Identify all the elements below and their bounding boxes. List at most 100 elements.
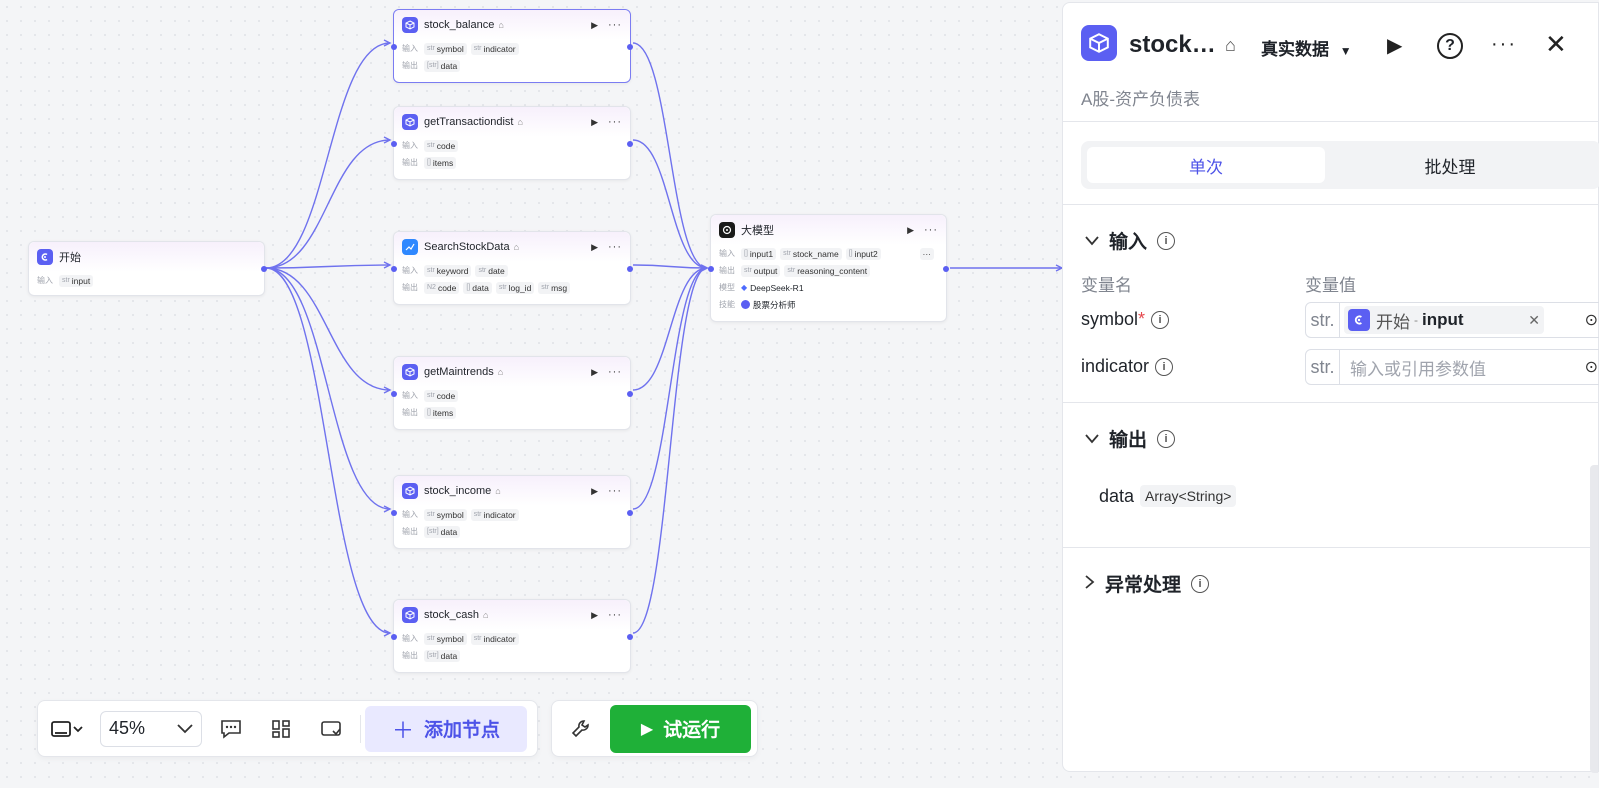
more-icon[interactable]: ··· xyxy=(608,485,622,497)
minimap-icon[interactable] xyxy=(306,719,356,739)
node-title: getTransactiondist xyxy=(424,116,514,128)
node-stock-balance[interactable]: stock_balance ⌂ ▶ ··· 输入 str symbol str in… xyxy=(391,9,633,83)
edge-start-to-plugin[interactable] xyxy=(265,267,391,634)
node-search-stock-data[interactable]: SearchStockData ⌂ ▶ ··· 输入 str keyword st… xyxy=(391,231,633,305)
edge-plugin-to-llm[interactable] xyxy=(632,264,708,269)
more-icon[interactable]: ··· xyxy=(608,116,622,128)
store-icon: ⌂ xyxy=(497,367,504,377)
node-start[interactable]: 开始 输入 str input xyxy=(28,241,267,296)
panel-title[interactable]: stock… xyxy=(1129,31,1216,59)
more-icon[interactable]: ··· xyxy=(608,366,622,378)
info-icon[interactable]: i xyxy=(1157,231,1176,250)
run-node-icon[interactable]: ▶ xyxy=(591,486,598,497)
run-node-icon[interactable]: ▶ xyxy=(591,242,598,253)
more-icon[interactable]: ··· xyxy=(1491,33,1517,56)
run-mode-tabs: 单次 批处理 xyxy=(1081,141,1599,189)
tab-single[interactable]: 单次 xyxy=(1087,147,1325,183)
caret-down-icon: ▼ xyxy=(1339,44,1352,58)
node-llm[interactable]: 大模型 ▶ ··· 输入 [] input1 str stock_name [] in… xyxy=(708,214,949,322)
output-port[interactable] xyxy=(943,266,949,272)
var-pill: str indicator xyxy=(470,42,519,55)
tab-batch[interactable]: 批处理 xyxy=(1331,147,1569,183)
info-icon[interactable]: i xyxy=(1157,429,1176,448)
input-port[interactable] xyxy=(391,510,397,516)
store-icon: ⌂ xyxy=(513,242,520,252)
exception-section-header[interactable]: 异常处理 i xyxy=(1085,570,1210,597)
help-icon[interactable]: ? xyxy=(1437,33,1463,59)
divider xyxy=(1063,547,1598,548)
run-node-icon[interactable]: ▶ xyxy=(591,367,598,378)
scrollbar[interactable] xyxy=(1590,465,1598,773)
input-section-header[interactable]: 输入 i xyxy=(1085,227,1176,254)
output-port[interactable] xyxy=(261,266,267,272)
output-port[interactable] xyxy=(627,266,633,272)
input-port[interactable] xyxy=(708,266,714,272)
input-port[interactable] xyxy=(391,634,397,640)
wrench-icon[interactable] xyxy=(552,719,610,739)
edge-start-to-plugin[interactable] xyxy=(265,264,391,269)
close-icon[interactable]: ✕ xyxy=(1545,29,1567,60)
run-node-icon[interactable]: ▶ xyxy=(591,20,598,31)
model-name: DeepSeek-R1 xyxy=(750,282,804,293)
var-pill: N2 code xyxy=(424,281,460,294)
output-port[interactable] xyxy=(627,44,633,50)
more-vars-pill[interactable]: ··· xyxy=(919,247,934,260)
var-pill: str msg xyxy=(538,281,571,294)
add-node-button[interactable]: ＋ 添加节点 xyxy=(365,705,527,752)
run-node-icon[interactable]: ▶ xyxy=(591,117,598,128)
indicator-value-field[interactable]: str. 输入或引用参数值 ⊙ xyxy=(1305,349,1599,385)
node-output-row: 输出 [str] data xyxy=(394,523,630,540)
layout-mode-button[interactable] xyxy=(38,719,94,739)
divider xyxy=(1063,402,1598,403)
edge-start-to-plugin[interactable] xyxy=(265,267,391,510)
reference-chip[interactable]: 开始 - input ✕ xyxy=(1344,306,1544,334)
edge-plugin-to-llm[interactable] xyxy=(632,267,708,510)
edge-plugin-to-llm[interactable] xyxy=(632,42,708,269)
run-node-icon[interactable]: ▶ xyxy=(591,610,598,621)
edge-plugin-to-llm[interactable] xyxy=(632,267,708,391)
output-section-header[interactable]: 输出 i xyxy=(1085,425,1176,452)
info-icon[interactable]: i xyxy=(1191,574,1210,593)
node-header: getTransactiondist ⌂ ▶ ··· xyxy=(394,107,630,137)
symbol-value-field[interactable]: str. 开始 - input ✕ ⊙ xyxy=(1305,302,1599,338)
node-get-transactiondist[interactable]: getTransactiondist ⌂ ▶ ··· 输入 str code 输出… xyxy=(391,106,633,180)
output-port[interactable] xyxy=(627,141,633,147)
input-port[interactable] xyxy=(391,266,397,272)
more-icon[interactable]: ··· xyxy=(608,241,622,253)
edge-start-to-plugin[interactable] xyxy=(265,267,391,391)
canvas-toolbar: 45% ＋ 添加节点 xyxy=(37,700,538,757)
info-icon[interactable]: i xyxy=(1155,357,1174,376)
add-node-label: 添加节点 xyxy=(424,720,501,741)
node-stock-income[interactable]: stock_income ⌂ ▶ ··· 输入 str symbol str ind… xyxy=(391,475,633,549)
output-port[interactable] xyxy=(627,510,633,516)
info-icon[interactable]: i xyxy=(1151,310,1170,329)
more-icon[interactable]: ··· xyxy=(608,19,622,31)
more-icon[interactable]: ··· xyxy=(608,609,622,621)
close-icon[interactable]: ✕ xyxy=(1528,312,1540,329)
output-var-type: Array<String> xyxy=(1140,485,1237,507)
test-run-button[interactable]: ▶ 试运行 xyxy=(610,704,751,753)
comment-icon[interactable] xyxy=(206,719,256,739)
edge-start-to-plugin[interactable] xyxy=(265,139,391,269)
run-panel-icon[interactable]: ▶ xyxy=(1387,33,1402,58)
zoom-select[interactable]: 45% xyxy=(100,710,202,747)
variable-ref-icon[interactable]: ⊙ xyxy=(1585,310,1598,330)
node-input-row: 输入 str input xyxy=(29,272,264,289)
data-mode-select[interactable]: 真实数据 ▼ xyxy=(1261,35,1352,60)
edge-start-to-plugin[interactable] xyxy=(265,42,391,269)
input-port[interactable] xyxy=(391,44,397,50)
output-port[interactable] xyxy=(627,391,633,397)
chart-icon xyxy=(402,239,418,255)
output-port[interactable] xyxy=(627,634,633,640)
indicator-placeholder[interactable]: 输入或引用参数值 xyxy=(1350,355,1486,380)
node-get-maintrends[interactable]: getMaintrends ⌂ ▶ ··· 输入 str code 输出 [] it… xyxy=(391,356,633,430)
more-icon[interactable]: ··· xyxy=(924,224,938,236)
input-port[interactable] xyxy=(391,141,397,147)
auto-layout-icon[interactable] xyxy=(256,719,306,739)
var-pill: str reasoning_content xyxy=(784,264,871,277)
run-node-icon[interactable]: ▶ xyxy=(907,225,914,236)
input-port[interactable] xyxy=(391,391,397,397)
edge-plugin-to-llm[interactable] xyxy=(632,267,708,634)
node-stock-cash[interactable]: stock_cash ⌂ ▶ ··· 输入 str symbol str indic… xyxy=(391,599,633,673)
variable-ref-icon[interactable]: ⊙ xyxy=(1585,357,1598,377)
